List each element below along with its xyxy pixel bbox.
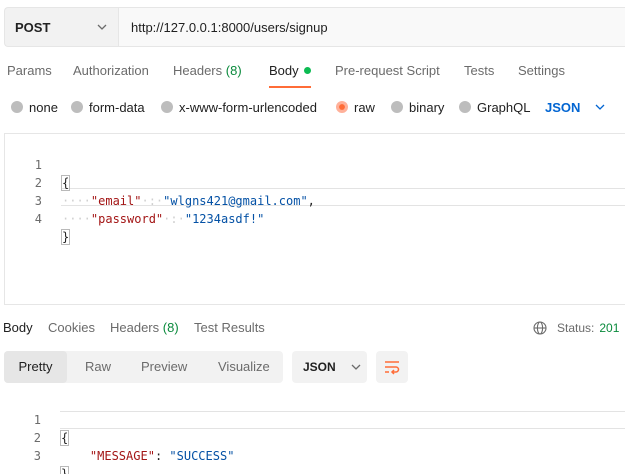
response-tab-body-label: Body — [3, 320, 33, 335]
chevron-down-icon — [97, 24, 107, 30]
response-body-viewer[interactable]: 1 { 2 "MESSAGE": "SUCCESS" 3 } — [4, 393, 625, 474]
json-value: "SUCCESS" — [169, 449, 235, 463]
json-key: "password" — [90, 212, 164, 226]
close-brace: } — [60, 229, 71, 245]
radio-none-label: none — [29, 99, 58, 115]
code-line: 4 } — [5, 192, 625, 245]
view-raw-button[interactable]: Raw — [85, 351, 111, 383]
response-tab-headers[interactable]: Headers (8) — [110, 318, 179, 338]
code-line: 1 { — [4, 393, 625, 446]
radio-none[interactable]: none — [11, 96, 58, 118]
json-separator: : — [154, 449, 170, 463]
response-tab-headers-label: Headers — [110, 320, 160, 335]
globe-icon[interactable] — [533, 321, 547, 335]
view-pretty-label: Pretty — [18, 359, 53, 374]
radio-raw-label: raw — [354, 99, 375, 115]
tab-body[interactable]: Body — [269, 58, 311, 88]
chevron-down-icon — [595, 104, 605, 110]
radio-circle — [161, 101, 173, 113]
response-tabs: Body Cookies Headers (8) Test Results — [0, 318, 625, 340]
view-visualize-label: Visualize — [218, 359, 270, 374]
tab-body-label: Body — [269, 63, 299, 78]
tab-authorization[interactable]: Authorization — [73, 58, 149, 88]
method-select[interactable]: POST — [4, 7, 118, 47]
tab-tests[interactable]: Tests — [464, 58, 494, 88]
status-label: Status: — [557, 321, 595, 335]
tab-params[interactable]: Params — [7, 58, 52, 88]
response-tab-test-results[interactable]: Test Results — [194, 318, 265, 338]
tab-settings[interactable]: Settings — [518, 58, 565, 88]
radio-raw[interactable]: raw — [336, 96, 375, 118]
radio-circle-selected — [336, 101, 348, 113]
tab-params-label: Params — [7, 63, 52, 78]
language-label: JSON — [545, 99, 581, 115]
close-brace: } — [59, 466, 70, 474]
response-tab-test-results-label: Test Results — [194, 320, 265, 335]
code-line: 2 "MESSAGE": "SUCCESS" — [4, 411, 625, 463]
code-line: 1 { — [5, 138, 625, 191]
response-headers-count: (8) — [162, 320, 179, 335]
tab-headers-label: Headers — [173, 63, 223, 78]
radio-graphql-label: GraphQL — [477, 99, 531, 115]
indent-whitespace: ···· — [62, 212, 91, 226]
response-format-select[interactable]: JSON — [292, 351, 367, 383]
code-line: 3 ····"password"·:·"1234asdf!" — [5, 174, 625, 226]
view-raw-label: Raw — [85, 359, 112, 374]
response-tab-body[interactable]: Body — [3, 318, 33, 338]
wrap-lines-icon — [385, 361, 400, 375]
radio-binary[interactable]: binary — [391, 96, 444, 118]
body-type-radios: none form-data x-www-form-urlencoded raw… — [0, 96, 625, 118]
view-preview-button[interactable]: Preview — [141, 351, 187, 383]
tab-prerequest-label: Pre-request Script — [335, 63, 440, 78]
chevron-down-icon — [351, 364, 361, 370]
url-input[interactable]: http://127.0.0.1:8000/users/signup — [118, 7, 625, 47]
response-status: Status: 201 — [533, 318, 619, 338]
line-number: 4 — [34, 212, 42, 226]
radio-graphql[interactable]: GraphQL — [459, 96, 530, 118]
url-text: http://127.0.0.1:8000/users/signup — [131, 19, 328, 35]
view-mode-segmented: Pretty Raw Preview Visualize — [4, 351, 283, 383]
radio-circle — [391, 101, 403, 113]
radio-circle — [71, 101, 83, 113]
response-format-label: JSON — [303, 360, 336, 374]
response-tab-cookies[interactable]: Cookies — [48, 318, 95, 338]
radio-x-www-form-urlencoded[interactable]: x-www-form-urlencoded — [161, 96, 317, 118]
line-number: 3 — [33, 449, 41, 463]
tab-prerequest-script[interactable]: Pre-request Script — [335, 58, 440, 88]
wrap-lines-button[interactable] — [376, 351, 408, 383]
radio-form-data[interactable]: form-data — [71, 96, 145, 118]
active-tab-underline — [269, 86, 311, 88]
request-body-editor[interactable]: 1 { 2 ····"email"·:·"wlgns421@gmail.com"… — [4, 133, 625, 305]
view-pretty-button[interactable]: Pretty — [4, 351, 67, 383]
radio-circle — [11, 101, 23, 113]
method-label: POST — [15, 19, 51, 35]
request-tabs: Params Authorization Headers (8) Body Pr… — [0, 58, 625, 88]
radio-form-data-label: form-data — [89, 99, 145, 115]
tab-tests-label: Tests — [464, 63, 495, 78]
code-line: 3 } — [4, 429, 625, 474]
headers-count-badge: (8) — [225, 63, 242, 78]
view-visualize-button[interactable]: Visualize — [218, 351, 270, 383]
radio-binary-label: binary — [409, 99, 445, 115]
response-tab-cookies-label: Cookies — [48, 320, 95, 335]
json-separator: ·:· — [163, 212, 185, 226]
code-line: 2 ····"email"·:·"wlgns421@gmail.com", — [5, 156, 625, 208]
json-key: "MESSAGE" — [89, 449, 155, 463]
tab-authorization-label: Authorization — [73, 63, 149, 78]
view-preview-label: Preview — [141, 359, 188, 374]
tab-headers[interactable]: Headers (8) — [173, 58, 242, 88]
radio-urlencoded-label: x-www-form-urlencoded — [179, 99, 317, 115]
status-code: 201 — [599, 321, 620, 335]
body-modified-dot — [303, 67, 311, 74]
tab-settings-label: Settings — [518, 63, 565, 78]
url-bar: POST http://127.0.0.1:8000/users/signup — [4, 7, 625, 47]
json-value: "1234asdf!" — [184, 212, 265, 226]
radio-circle — [459, 101, 471, 113]
language-select[interactable]: JSON — [545, 96, 606, 118]
